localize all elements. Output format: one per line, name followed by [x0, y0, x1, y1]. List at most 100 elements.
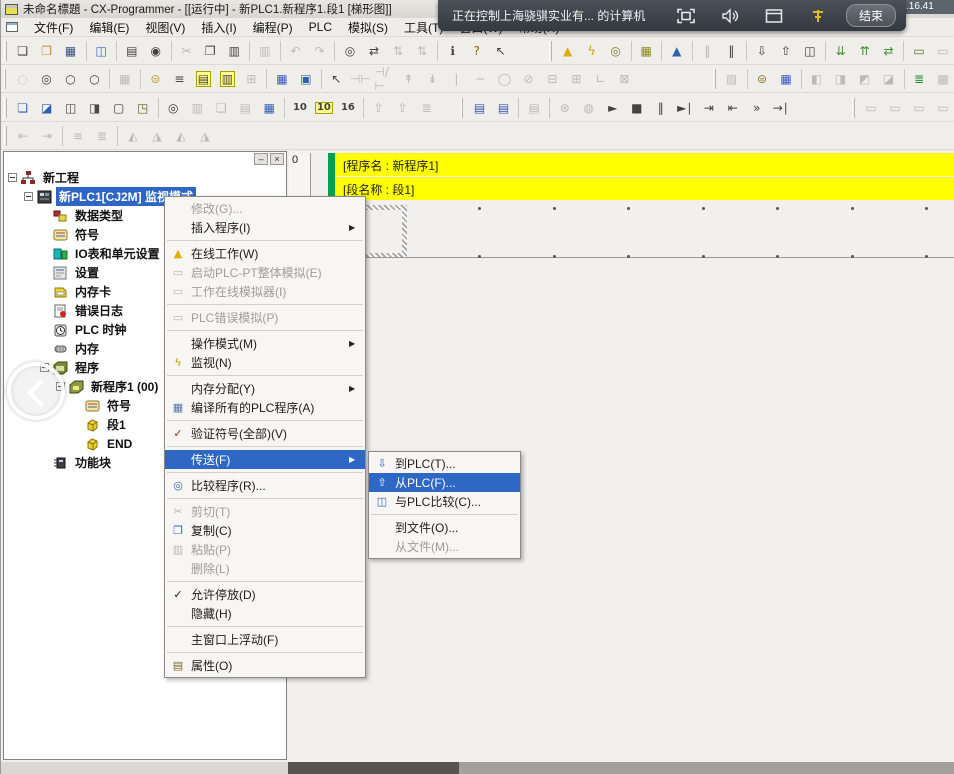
- tree-expander-icon[interactable]: [8, 173, 17, 182]
- menu-item--d-[interactable]: ✓允许停放(D): [165, 585, 365, 604]
- view-window3-icon[interactable]: ◨: [83, 97, 107, 119]
- program-name-comment[interactable]: [程序名 : 新程序1]: [335, 153, 954, 176]
- menu-item--o-[interactable]: 到文件(O)...: [369, 518, 520, 537]
- panel-close-button[interactable]: ×: [270, 153, 284, 165]
- speaker-icon[interactable]: [719, 7, 741, 25]
- decimal-icon[interactable]: 10: [288, 97, 312, 119]
- menu-item--y-[interactable]: 内存分配(Y)▶: [165, 379, 365, 398]
- local-symbol-icon[interactable]: ≡: [167, 68, 191, 90]
- menu-item--plc-c-[interactable]: ◫与PLC比较(C)...: [369, 492, 520, 511]
- menu-item--m-[interactable]: 操作模式(M)▶: [165, 334, 365, 353]
- view-window2-icon[interactable]: ◫: [59, 97, 83, 119]
- cascade-window-icon[interactable]: ❏: [11, 97, 35, 119]
- menu-3[interactable]: 视图(V): [137, 17, 193, 38]
- zoom-out-icon[interactable]: ○: [58, 68, 82, 90]
- toolbar-grip[interactable]: [4, 98, 7, 118]
- toolbar-grip[interactable]: [4, 69, 6, 89]
- menu-1[interactable]: 文件(F): [26, 17, 81, 38]
- transfer-warn-icon[interactable]: ▦: [634, 40, 658, 62]
- compare-plc-icon[interactable]: ◫: [798, 40, 822, 62]
- menu-7[interactable]: 模拟(S): [340, 17, 396, 38]
- ladder-view-icon[interactable]: ▤: [191, 68, 215, 90]
- sim-step-out-icon[interactable]: ⇤: [721, 97, 745, 119]
- view-window1-icon[interactable]: ◪: [35, 97, 59, 119]
- view-window4-icon[interactable]: ▢: [107, 97, 131, 119]
- back-overlay-button[interactable]: [7, 362, 65, 420]
- sim-window2-icon[interactable]: ▤: [491, 97, 515, 119]
- help-icon[interactable]: ?: [465, 40, 489, 62]
- symbol-copy-icon[interactable]: ⊜: [750, 68, 774, 90]
- toolbar-grip[interactable]: [4, 41, 7, 61]
- monitor-mode-icon[interactable]: ϟ: [580, 40, 604, 62]
- print-preview-icon[interactable]: ◉: [144, 40, 168, 62]
- sim-stop-icon[interactable]: ■: [625, 97, 649, 119]
- section-name-comment[interactable]: [段名称 : 段1]: [335, 177, 954, 200]
- menu-5[interactable]: 编程(P): [245, 17, 301, 38]
- menu-item--plc-a-[interactable]: ▦编译所有的PLC程序(A): [165, 398, 365, 417]
- menu-item--plc-t-[interactable]: ⇩到PLC(T)...: [369, 454, 520, 473]
- menu-item--h-[interactable]: 隐藏(H): [165, 604, 365, 623]
- zoom-in-icon[interactable]: ◎: [34, 68, 58, 90]
- work-online-icon[interactable]: ▲: [556, 40, 580, 62]
- sim-fast-icon[interactable]: »: [745, 97, 769, 119]
- select-tool-icon[interactable]: ↖: [324, 68, 348, 90]
- sim-pause-icon[interactable]: ‖: [649, 97, 673, 119]
- copy-icon[interactable]: ❐: [198, 40, 222, 62]
- toolbar-grip[interactable]: [852, 98, 855, 118]
- open-file-icon[interactable]: ❒: [35, 40, 59, 62]
- zoom-100-icon[interactable]: ○: [82, 68, 106, 90]
- tree-item--[interactable]: 新工程: [4, 168, 286, 187]
- hscrollbar-track[interactable]: [459, 762, 954, 774]
- mnemonic-view-icon[interactable]: ▦: [270, 68, 294, 90]
- save-icon[interactable]: ▦: [59, 40, 83, 62]
- hscrollbar-thumb[interactable]: [288, 762, 459, 774]
- replace-icon[interactable]: ⇄: [362, 40, 386, 62]
- transfer2-icon[interactable]: ⇈: [852, 40, 876, 62]
- menu-2[interactable]: 编辑(E): [81, 17, 137, 38]
- panel-menu-button[interactable]: –: [254, 153, 268, 165]
- find-in-project-icon[interactable]: ◫: [89, 40, 113, 62]
- mdi-child-icon[interactable]: [6, 22, 18, 32]
- menu-item--i-[interactable]: 插入程序(I)▶: [165, 218, 365, 237]
- sim-window1-icon[interactable]: ▤: [467, 97, 491, 119]
- window-split1-icon[interactable]: ▭: [907, 40, 931, 62]
- hex-icon[interactable]: 16: [336, 97, 360, 119]
- menu-item--o-[interactable]: ▤属性(O): [165, 656, 365, 675]
- tree-expander-icon[interactable]: [24, 192, 33, 201]
- menu-item--w-[interactable]: ▲在线工作(W): [165, 244, 365, 263]
- toolbar-grip[interactable]: [461, 98, 464, 118]
- paste-icon[interactable]: ▥: [222, 40, 246, 62]
- toolbar-grip[interactable]: [549, 41, 552, 61]
- download-plc-icon[interactable]: ⇩: [750, 40, 774, 62]
- menu-item--plc-f-[interactable]: ⇧从PLC(F)...: [369, 473, 520, 492]
- menu-6[interactable]: PLC: [301, 18, 340, 36]
- watch-window-icon[interactable]: ▦: [257, 97, 281, 119]
- fb-lookup-icon[interactable]: ◎: [161, 97, 185, 119]
- ladder-rung-icon[interactable]: ▥: [215, 68, 239, 90]
- sim-run-icon[interactable]: ►: [601, 97, 625, 119]
- toolbar-grip[interactable]: [4, 126, 7, 146]
- end-session-button[interactable]: 结束: [846, 4, 896, 27]
- transfer3-icon[interactable]: ⇄: [876, 40, 900, 62]
- symbol-display-icon[interactable]: ⊜: [143, 68, 167, 90]
- menu-item--v-[interactable]: ✓验证符号(全部)(V): [165, 424, 365, 443]
- sim-step-icon[interactable]: ►∣: [673, 97, 697, 119]
- monitor-find-icon[interactable]: ◎: [604, 40, 628, 62]
- rung-number[interactable]: 0: [289, 153, 311, 200]
- find-icon[interactable]: ◎: [338, 40, 362, 62]
- window-toggle-icon[interactable]: [763, 7, 785, 25]
- menu-item--n-[interactable]: ϟ监视(N): [165, 353, 365, 372]
- toolbar-grip[interactable]: [713, 69, 715, 89]
- traffic-status-icon[interactable]: ≣: [907, 68, 931, 90]
- plc-error-icon[interactable]: ▲: [665, 40, 689, 62]
- menu-4[interactable]: 插入(I): [193, 17, 244, 38]
- pause-icon[interactable]: ‖: [719, 40, 743, 62]
- new-file-icon[interactable]: ❏: [11, 40, 35, 62]
- transfer1-icon[interactable]: ⇊: [828, 40, 852, 62]
- menu-item--f-[interactable]: 传送(F)▶: [165, 450, 365, 469]
- upload-plc-icon[interactable]: ⇧: [774, 40, 798, 62]
- print-icon[interactable]: ▤: [120, 40, 144, 62]
- context-help-icon[interactable]: ↖: [489, 40, 513, 62]
- menu-item--r-[interactable]: ◎比较程序(R)...: [165, 476, 365, 495]
- view-properties-icon[interactable]: ◳: [131, 97, 155, 119]
